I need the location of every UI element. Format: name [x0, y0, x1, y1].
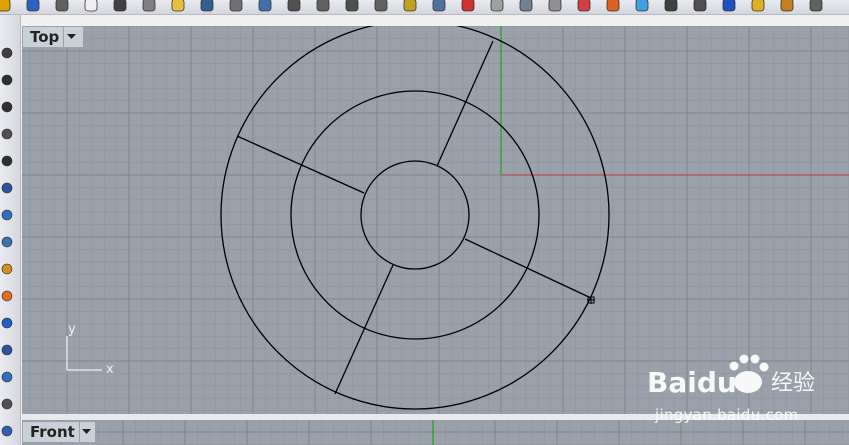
analyze-icon[interactable] — [1, 423, 15, 437]
left-toolbar — [0, 15, 21, 445]
solid-icon[interactable] — [1, 261, 15, 275]
watermark-brand: Baidu — [647, 366, 737, 399]
four-viewports-icon[interactable] — [431, 0, 447, 13]
zoom-target-icon[interactable] — [402, 0, 418, 13]
pan-icon[interactable] — [228, 0, 244, 13]
surface-icon[interactable] — [1, 207, 15, 221]
spoke-line-1[interactable] — [436, 40, 494, 167]
arc-icon[interactable] — [1, 153, 15, 167]
circle-icon[interactable] — [1, 126, 15, 140]
copy-icon[interactable] — [141, 0, 157, 13]
viewport-top-title: Top — [30, 28, 60, 46]
axis-widget-y-label: y — [68, 322, 76, 337]
shade-icon[interactable] — [663, 0, 679, 13]
group-icon[interactable] — [1, 369, 15, 383]
middle-circle[interactable] — [290, 90, 540, 340]
layer-icon[interactable] — [489, 0, 505, 13]
zoom-icon[interactable] — [286, 0, 302, 13]
settings-icon[interactable] — [808, 0, 824, 13]
paste-icon[interactable] — [170, 0, 186, 13]
cursor-marker — [587, 296, 595, 304]
axis-widget-x-label: x — [106, 362, 114, 377]
cut-icon[interactable] — [112, 0, 128, 13]
boolean-icon[interactable] — [1, 315, 15, 329]
open-icon[interactable] — [0, 0, 12, 13]
sphere-icon[interactable] — [1, 234, 15, 248]
transform-icon[interactable] — [1, 288, 15, 302]
zoom-window-icon[interactable] — [315, 0, 331, 13]
color-wheel-icon[interactable] — [634, 0, 650, 13]
zoom-selected-icon[interactable] — [373, 0, 389, 13]
curve-icon[interactable] — [1, 99, 15, 113]
rendered-icon[interactable] — [692, 0, 708, 13]
watermark-url: jingyan.baidu.com — [655, 406, 799, 424]
polyline-icon[interactable] — [1, 72, 15, 86]
chevron-down-icon[interactable] — [63, 27, 78, 47]
globe-icon[interactable] — [721, 0, 737, 13]
spoke-line-2[interactable] — [236, 135, 365, 194]
car-icon[interactable] — [460, 0, 476, 13]
print-icon[interactable] — [54, 0, 70, 13]
spoke-line-4[interactable] — [334, 264, 394, 395]
tools-icon[interactable] — [779, 0, 795, 13]
save-icon[interactable] — [25, 0, 41, 13]
options-icon[interactable] — [750, 0, 766, 13]
undo-icon[interactable] — [199, 0, 215, 13]
main-toolbar — [0, 0, 849, 15]
zoom-extents-icon[interactable] — [344, 0, 360, 13]
chevron-down-icon[interactable] — [78, 422, 94, 442]
viewport-front-title: Front — [30, 423, 75, 441]
viewport-front-tab[interactable]: Front — [22, 421, 96, 443]
render-icon[interactable] — [605, 0, 621, 13]
viewport-top-tab[interactable]: Top — [22, 26, 84, 48]
point-icon[interactable] — [1, 45, 15, 59]
dimension-icon[interactable] — [1, 396, 15, 410]
material-icon[interactable] — [576, 0, 592, 13]
axis-widget — [66, 336, 102, 371]
spoke-line-3[interactable] — [464, 238, 592, 299]
point-edit-icon[interactable] — [1, 342, 15, 356]
new-document-icon[interactable] — [83, 0, 99, 13]
ellipse-icon[interactable] — [1, 180, 15, 194]
light-icon[interactable] — [547, 0, 563, 13]
watermark-cn: 经验 — [771, 371, 815, 396]
rotate-icon[interactable] — [257, 0, 273, 13]
properties-icon[interactable] — [518, 0, 534, 13]
